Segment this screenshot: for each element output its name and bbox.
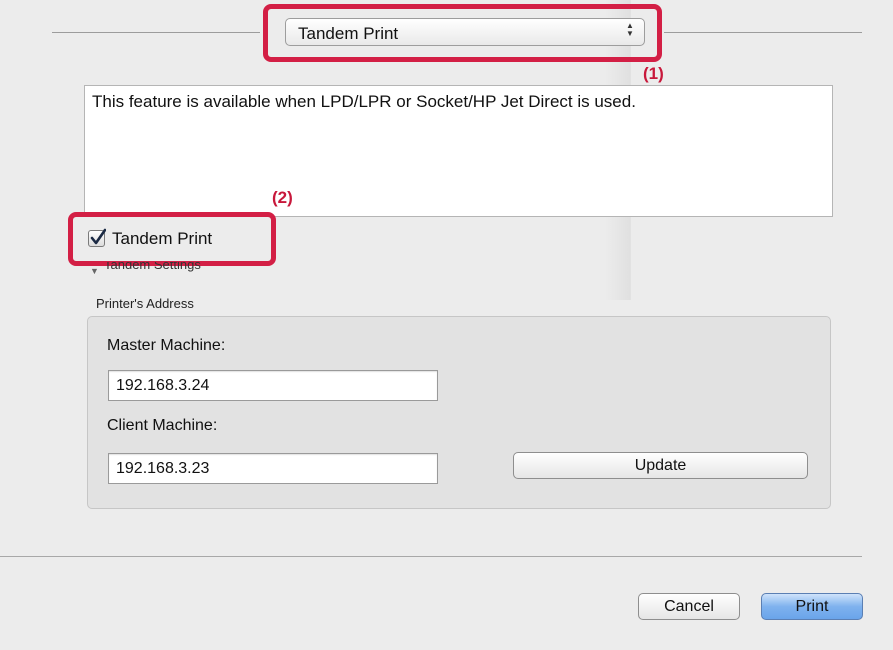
description-text: This feature is available when LPD/LPR o…	[92, 92, 636, 111]
callout-highlight-2	[68, 212, 276, 266]
client-machine-field[interactable]: 192.168.3.23	[108, 453, 438, 484]
printer-address-title: Printer's Address	[96, 296, 194, 311]
printer-address-group: Master Machine: 192.168.3.24 Client Mach…	[87, 316, 831, 509]
tandem-settings-disclosure[interactable]: ▼ Tandem Settings	[90, 262, 201, 274]
disclosure-triangle-icon: ▼	[90, 266, 99, 274]
footer-separator	[0, 556, 862, 557]
master-machine-field[interactable]: 192.168.3.24	[108, 370, 438, 401]
master-machine-label: Master Machine:	[107, 337, 226, 354]
separator-right	[664, 32, 862, 33]
description-box: This feature is available when LPD/LPR o…	[84, 85, 833, 217]
separator-left	[52, 32, 260, 33]
callout-highlight-1	[263, 4, 662, 62]
client-machine-label: Client Machine:	[107, 417, 218, 434]
master-machine-value: 192.168.3.24	[116, 377, 210, 394]
tandem-settings-label: Tandem Settings	[104, 262, 201, 272]
cancel-button[interactable]: Cancel	[638, 593, 740, 620]
client-machine-value: 192.168.3.23	[116, 460, 210, 477]
update-button[interactable]: Update	[513, 452, 808, 479]
callout-label-1: (1)	[643, 64, 664, 83]
callout-label-2: (2)	[272, 188, 293, 207]
print-button[interactable]: Print	[761, 593, 863, 620]
print-dialog: Tandem Print ▲ ▼ (1) This feature is avai…	[0, 0, 893, 650]
